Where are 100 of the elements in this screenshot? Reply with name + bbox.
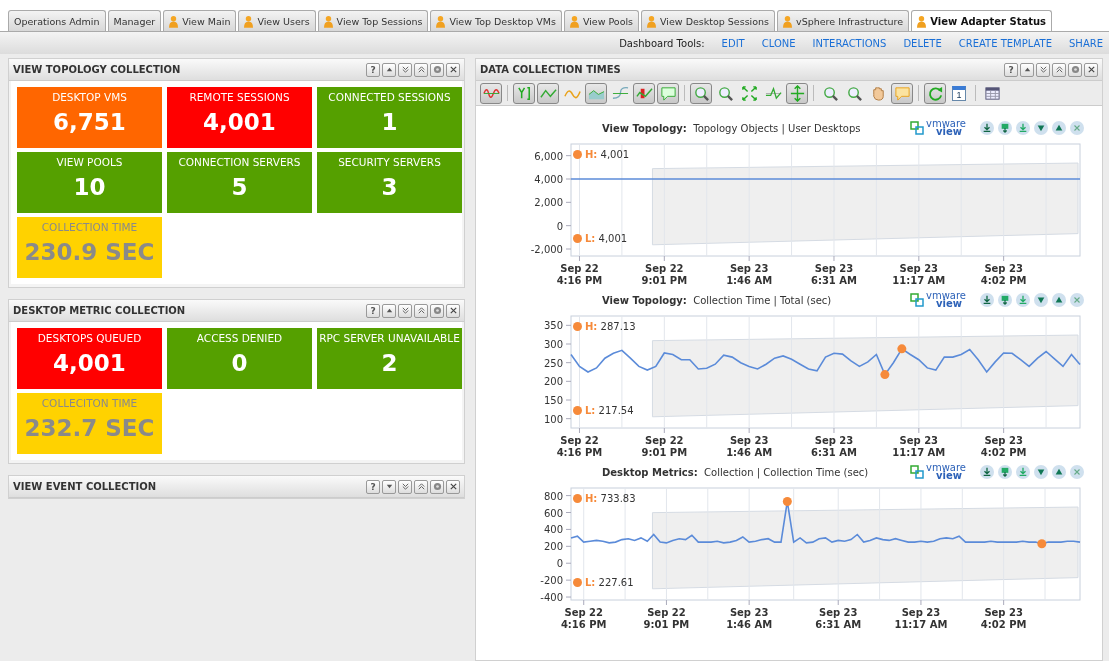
dashboard-tool-link[interactable]: CREATE TEMPLATE xyxy=(958,37,1052,49)
settings-icon xyxy=(432,306,442,315)
dashboard-tab[interactable]: View Top Sessions xyxy=(317,10,429,31)
line-chart-icon xyxy=(764,84,782,102)
triangle-down-icon xyxy=(384,482,394,491)
magnifier-icon xyxy=(716,84,734,102)
dashboard-tab[interactable]: View Main xyxy=(163,10,237,31)
y-tick-label: -400 xyxy=(540,592,563,604)
collapse-button[interactable] xyxy=(382,303,396,318)
y-tick-label: 400 xyxy=(543,524,563,536)
maximize-button[interactable] xyxy=(398,303,412,318)
dashboard-tab[interactable]: View Users xyxy=(238,10,316,31)
close-button[interactable] xyxy=(446,62,460,77)
panel-title: DATA COLLECTION TIMES xyxy=(480,64,621,75)
export-button[interactable] xyxy=(998,465,1012,479)
speech-bubble-icon xyxy=(659,84,677,102)
bars-tool-button[interactable] xyxy=(633,82,655,104)
minimize-button[interactable] xyxy=(414,303,428,318)
close-button[interactable] xyxy=(446,479,460,494)
refresh-tool-button[interactable] xyxy=(924,82,946,104)
x-tick-label: Sep 23 1:46 AM xyxy=(726,263,773,286)
dashboard-tab[interactable]: vSphere Infrastructure xyxy=(777,10,910,31)
download-button[interactable] xyxy=(1016,293,1030,307)
move-up-button[interactable] xyxy=(1052,293,1066,307)
dashboard-tab[interactable]: View Pools xyxy=(563,10,640,31)
download-button[interactable] xyxy=(1016,465,1030,479)
collapse-button[interactable] xyxy=(1020,62,1034,77)
chart-title: View Topology: Collection Time | Total (sec) xyxy=(602,294,832,306)
dashboard-tab[interactable]: Operations Admin xyxy=(8,10,106,31)
download-button[interactable] xyxy=(980,293,994,307)
y-scale-tool-button[interactable] xyxy=(513,82,535,104)
export-button[interactable] xyxy=(998,121,1012,135)
high-value: H: 287.13 xyxy=(585,321,636,332)
dashboard-tool-link[interactable]: DELETE xyxy=(903,37,942,49)
move-up-button[interactable] xyxy=(1052,465,1066,479)
low-value: L: 227.61 xyxy=(585,577,634,588)
help-button[interactable]: ? xyxy=(366,479,380,494)
dashboard-tool-link[interactable]: EDIT xyxy=(721,37,745,49)
maximize-button[interactable] xyxy=(398,479,412,494)
close-icon xyxy=(448,306,458,315)
double-chevron-down-icon xyxy=(400,65,410,74)
x-tick-label: Sep 23 1:46 AM xyxy=(726,435,773,458)
comment-tool-button[interactable] xyxy=(657,82,679,104)
metric-label: COLLECITON TIME xyxy=(41,397,138,409)
dashboard-tool-link[interactable]: SHARE xyxy=(1069,37,1103,49)
wave-tool-button[interactable] xyxy=(480,82,502,104)
maximize-button[interactable] xyxy=(398,62,412,77)
export-button[interactable] xyxy=(998,293,1012,307)
move-down-button[interactable] xyxy=(1034,465,1048,479)
y-tick-label: 150 xyxy=(543,395,563,406)
note-tool-button[interactable] xyxy=(891,82,913,104)
maximize-button[interactable] xyxy=(1036,62,1050,77)
metric-value: 5 xyxy=(231,174,248,200)
dashboard-tool-link[interactable]: CLONE xyxy=(761,37,796,49)
dashboard-tools-label: Dashboard Tools: xyxy=(619,37,705,49)
dashboard-tab[interactable]: View Desktop Sessions xyxy=(641,10,776,31)
help-button[interactable]: ? xyxy=(366,62,380,77)
collapse-button[interactable] xyxy=(382,62,396,77)
dashboard-tab[interactable]: Manager xyxy=(107,10,162,31)
y-tick-label: 0 xyxy=(556,220,563,232)
x-tick-label: Sep 23 4:02 PM xyxy=(980,263,1027,286)
dashboard-tab[interactable]: View Top Desktop VMs xyxy=(430,10,562,31)
x-tick-label: Sep 22 4:16 PM xyxy=(560,607,607,630)
download-icon xyxy=(982,123,992,133)
vmware-view-logo: vmware view xyxy=(910,292,966,308)
legend-dot xyxy=(573,322,582,331)
minimize-button[interactable] xyxy=(414,62,428,77)
close-icon xyxy=(1086,65,1096,74)
download-button[interactable] xyxy=(980,121,994,135)
line-tool-button[interactable] xyxy=(537,82,559,104)
expand-button[interactable] xyxy=(382,479,396,494)
x-tick-label: Sep 23 11:17 AM xyxy=(892,435,946,458)
download-button[interactable] xyxy=(980,465,994,479)
metric-value: 6,751 xyxy=(53,109,126,135)
area-tool-button[interactable] xyxy=(585,82,607,104)
dashboard-tab[interactable]: View Adapter Status xyxy=(911,10,1052,31)
x-tick-label: Sep 23 11:17 AM xyxy=(894,607,948,630)
download-button[interactable] xyxy=(1016,121,1030,135)
metric-value: 232.7 SEC xyxy=(24,415,155,441)
x-tick-label: Sep 23 4:02 PM xyxy=(980,435,1027,458)
help-button[interactable]: ? xyxy=(366,303,380,318)
metric-value: 230.9 SEC xyxy=(24,239,155,265)
triangle-down-icon xyxy=(1036,467,1046,477)
close-button[interactable] xyxy=(1084,62,1098,77)
move-down-button[interactable] xyxy=(1034,121,1048,135)
legend-dot xyxy=(573,578,582,587)
y-tick-label: 200 xyxy=(543,541,563,553)
metric-label: RPC SERVER UNAVAILABLE xyxy=(319,332,460,344)
close-button[interactable] xyxy=(446,303,460,318)
move-up-button[interactable] xyxy=(1052,121,1066,135)
x-tick-label: Sep 22 9:01 PM xyxy=(641,263,688,286)
help-button[interactable]: ? xyxy=(1004,62,1018,77)
stack-tool-button[interactable] xyxy=(786,82,808,104)
minimize-button[interactable] xyxy=(414,479,428,494)
y-tick-label: 6,000 xyxy=(534,150,563,162)
legend-dot xyxy=(573,150,582,159)
minimize-button[interactable] xyxy=(1052,62,1066,77)
zoom-x-tool-button[interactable] xyxy=(690,82,712,104)
move-down-button[interactable] xyxy=(1034,293,1048,307)
dashboard-tool-link[interactable]: INTERACTIONS xyxy=(812,37,887,49)
